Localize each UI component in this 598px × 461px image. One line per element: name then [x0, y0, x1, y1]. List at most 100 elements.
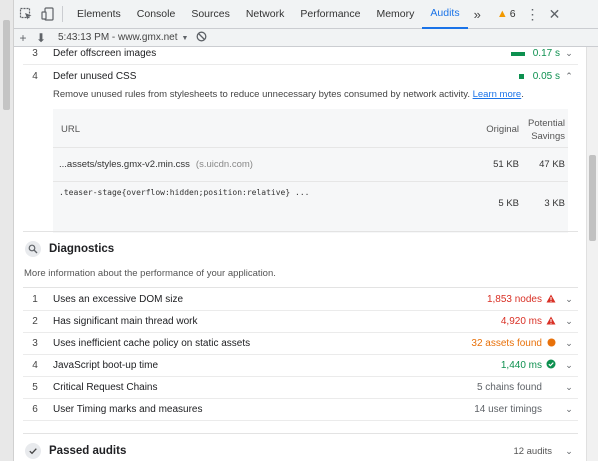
row-title: Has significant main thread work	[53, 316, 198, 327]
potential-savings: 3 KB	[544, 198, 565, 209]
section-divider	[23, 231, 578, 232]
chevron-down-icon[interactable]: ⌄	[560, 294, 578, 305]
chevron-down-icon[interactable]: ⌄	[560, 338, 578, 349]
passed-audits-count: 12 audits	[513, 445, 552, 457]
description-text: Remove unused rules from stylesheets to …	[53, 89, 470, 100]
row-number: 5	[32, 382, 38, 393]
tab-console[interactable]: Console	[129, 0, 184, 29]
row-title: User Timing marks and measures	[53, 404, 203, 415]
row-title: Defer unused CSS	[53, 70, 137, 82]
diagnostics-header: Diagnostics	[23, 237, 578, 261]
passed-audits-title: Passed audits	[49, 445, 127, 457]
row-title: Defer offscreen images	[53, 48, 157, 59]
original-size: 5 KB	[498, 198, 519, 209]
unused-css-table: URL Original Potential Savings ...assets…	[53, 109, 568, 233]
column-header-savings: Potential Savings	[523, 117, 565, 143]
inspect-element-icon[interactable]	[16, 4, 36, 24]
savings-bar	[510, 51, 525, 56]
table-header: URL Original Potential Savings	[53, 109, 568, 147]
tab-performance[interactable]: Performance	[292, 0, 368, 29]
diagnostic-row[interactable]: 4 JavaScript boot-up time 1,440 ms ⌄	[23, 355, 578, 377]
left-scroll-thumb[interactable]	[3, 20, 10, 110]
download-report-icon[interactable]: ⬇	[32, 31, 50, 45]
diagnostics-title: Diagnostics	[49, 243, 115, 255]
row-number: 3	[32, 338, 38, 349]
row-number: 2	[32, 316, 38, 327]
dropdown-caret-icon: ▼	[181, 35, 189, 42]
search-icon	[25, 241, 41, 257]
passed-audits-header[interactable]: Passed audits 12 audits ⌄	[23, 439, 578, 461]
row-value: 5 chains found	[476, 382, 542, 393]
pass-check-icon	[542, 359, 560, 372]
savings-header-line2: Savings	[531, 131, 565, 142]
chevron-down-icon[interactable]: ⌄	[560, 316, 578, 327]
chevron-down-icon[interactable]: ⌄	[560, 404, 578, 415]
opportunity-row[interactable]: 4 Defer unused CSS 0.05 s ⌃	[23, 65, 578, 87]
row-value: 1,853 nodes	[486, 294, 542, 305]
row-number: 4	[32, 70, 38, 82]
warnings-badge[interactable]: ▲ 6	[497, 8, 516, 20]
diagnostic-row[interactable]: 5 Critical Request Chains 5 chains found…	[23, 377, 578, 399]
warnings-count: 6	[509, 8, 516, 20]
audits-toolbar: + ⬇ 5:43:13 PM - www.gmx.net ▼	[14, 29, 598, 47]
tab-separator	[62, 6, 63, 22]
diagnostic-row[interactable]: 3 Uses inefficient cache policy on stati…	[23, 333, 578, 355]
row-value: 32 assets found	[471, 338, 542, 349]
scrollbar-thumb[interactable]	[589, 155, 596, 241]
savings-header-line1: Potential	[528, 118, 565, 129]
diagnostic-row[interactable]: 2 Has significant main thread work 4,920…	[23, 311, 578, 333]
warning-icon: ▲	[496, 8, 508, 20]
fail-triangle-icon	[542, 316, 560, 328]
tab-audits[interactable]: Audits	[422, 0, 468, 29]
vertical-scrollbar[interactable]	[586, 47, 598, 461]
row-number: 3	[32, 48, 38, 59]
tab-memory[interactable]: Memory	[368, 0, 422, 29]
row-number: 6	[32, 404, 38, 415]
audit-description: Remove unused rules from stylesheets to …	[53, 89, 563, 100]
diagnostic-row[interactable]: 6 User Timing marks and measures 14 user…	[23, 399, 578, 421]
savings-bar	[518, 73, 524, 79]
close-icon[interactable]: ✕	[548, 6, 562, 23]
row-value: 0.05 s	[532, 70, 560, 82]
original-size: 51 KB	[493, 159, 519, 170]
resource-url[interactable]: ...assets/styles.gmx-v2.min.css (s.uicdn.…	[59, 159, 253, 170]
report-selector[interactable]: 5:43:13 PM - www.gmx.net ▼	[58, 32, 188, 43]
device-toolbar-icon[interactable]	[38, 4, 58, 24]
section-divider	[23, 433, 578, 434]
chevron-down-icon[interactable]: ⌄	[560, 382, 578, 393]
chevron-down-icon[interactable]: ⌄	[560, 360, 578, 371]
css-snippet: .teaser-stage{overflow:hidden;position:r…	[59, 188, 310, 197]
chevron-up-icon[interactable]: ⌃	[560, 71, 578, 82]
tab-network[interactable]: Network	[238, 0, 293, 29]
checkmark-icon	[25, 443, 41, 459]
potential-savings: 47 KB	[539, 159, 565, 170]
new-audit-icon[interactable]: +	[14, 31, 32, 45]
description-period: .	[521, 89, 524, 100]
fail-triangle-icon	[542, 294, 560, 306]
chevron-down-icon[interactable]: ⌄	[560, 48, 578, 59]
more-tabs-button[interactable]: »	[468, 0, 487, 29]
tab-elements[interactable]: Elements	[69, 0, 129, 29]
row-value: 4,920 ms	[500, 316, 542, 327]
table-row: .teaser-stage{overflow:hidden;position:r…	[53, 181, 568, 225]
devtools-tabbar: Elements Console Sources Network Perform…	[14, 0, 598, 29]
row-value: 1,440 ms	[500, 360, 542, 371]
chevron-down-icon[interactable]: ⌄	[560, 446, 578, 457]
row-number: 1	[32, 294, 38, 305]
row-value: 14 user timings	[474, 404, 542, 415]
resource-host: (s.uicdn.com)	[195, 159, 253, 170]
diagnostics-subtitle: More information about the performance o…	[24, 268, 276, 279]
learn-more-link[interactable]: Learn more	[473, 89, 522, 100]
column-header-url: URL	[61, 124, 81, 135]
left-edge-scrollbar	[0, 0, 14, 461]
clear-all-icon[interactable]	[196, 31, 207, 45]
diagnostic-row[interactable]: 1 Uses an excessive DOM size 1,853 nodes…	[23, 289, 578, 311]
table-row: ...assets/styles.gmx-v2.min.css (s.uicdn.…	[53, 147, 568, 181]
audit-report: 3 Defer offscreen images 0.17 s ⌄ 4 Defe…	[14, 47, 586, 461]
row-title: JavaScript boot-up time	[53, 360, 159, 371]
tab-sources[interactable]: Sources	[183, 0, 238, 29]
average-circle-icon	[542, 338, 560, 350]
opportunity-row[interactable]: 3 Defer offscreen images 0.17 s ⌄	[23, 47, 578, 65]
customize-menu-icon[interactable]: ⋮	[526, 6, 540, 23]
row-number: 4	[32, 360, 38, 371]
